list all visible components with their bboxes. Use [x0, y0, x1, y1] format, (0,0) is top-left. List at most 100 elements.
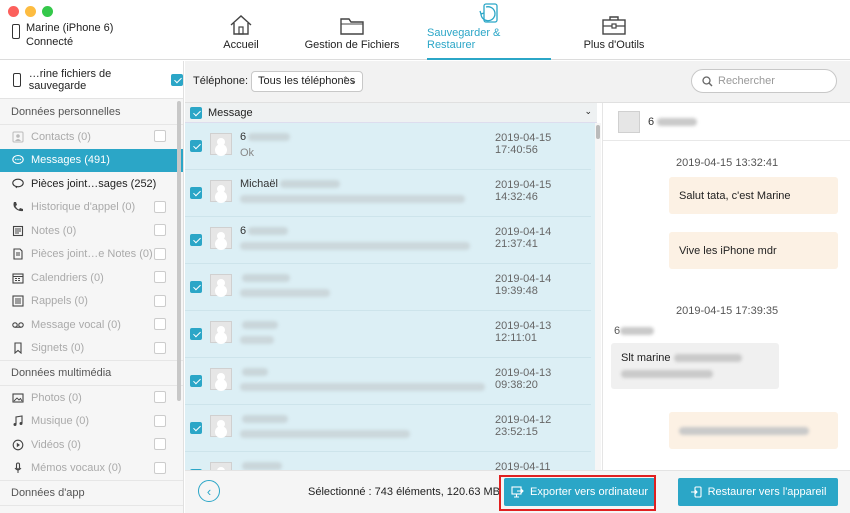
nav-more-tools[interactable]: Plus d'Outils	[551, 0, 677, 60]
music-checkbox[interactable]	[154, 414, 166, 427]
message-list: 6 Ok 2019-04-15 17:40:56 Michaël 2019-04…	[185, 123, 597, 470]
reminder-icon	[12, 295, 24, 307]
sidebar-item-notes[interactable]: Notes (0)	[0, 219, 183, 243]
contacts-checkbox[interactable]	[154, 130, 166, 142]
selection-summary: Sélectionné : 743 éléments, 120.63 MB	[308, 486, 501, 498]
row-checkbox[interactable]	[190, 328, 202, 340]
outgoing-message: Salut tata, c'est Marine	[669, 177, 838, 214]
search-field[interactable]: Rechercher	[691, 69, 837, 93]
message-row[interactable]: 2019-04-13 12:11:01	[185, 311, 591, 358]
sidebar: …rine fichiers de sauvegarde Données per…	[0, 61, 184, 513]
window-controls	[8, 6, 53, 17]
iphone-icon	[12, 24, 20, 39]
message-row[interactable]: 2019-04-13 09:38:20	[185, 358, 591, 405]
message-row[interactable]: Michaël 2019-04-15 14:32:46	[185, 170, 591, 217]
backup-select-all-checkbox[interactable]	[171, 73, 183, 86]
sidebar-item-note-attachments[interactable]: Pièces joint…e Notes (0)	[0, 243, 183, 267]
photos-checkbox[interactable]	[154, 391, 166, 403]
minimize-window-button[interactable]	[25, 6, 36, 17]
device-status: Connecté	[26, 36, 74, 48]
close-window-button[interactable]	[8, 6, 19, 17]
sidebar-item-message-attachments[interactable]: Pièces joint…sages (252)	[0, 172, 183, 196]
restore-to-device-button[interactable]: Restaurer vers l'appareil	[678, 478, 838, 506]
message-column-label: Message	[208, 106, 253, 119]
notes-icon	[12, 225, 24, 237]
bookmarks-checkbox[interactable]	[154, 341, 166, 354]
sidebar-item-calendars[interactable]: Calendriers (0)	[0, 266, 183, 290]
restore-icon	[690, 486, 702, 498]
filter-bar: Téléphone: Tous les téléphones ⌃⌄ Recher…	[185, 61, 850, 103]
message-timestamp: 2019-04-15 13:32:41	[676, 157, 779, 169]
select-all-messages-checkbox[interactable]	[190, 106, 202, 119]
section-media-data: Données multimédia	[0, 360, 183, 386]
sidebar-item-music[interactable]: Musique (0)	[0, 410, 183, 434]
toolbox-icon	[602, 16, 626, 35]
phone-filter-select[interactable]: Tous les téléphones ⌃⌄	[251, 71, 363, 92]
contact-avatar	[210, 321, 232, 343]
voicemail-checkbox[interactable]	[154, 318, 166, 330]
row-checkbox[interactable]	[190, 281, 202, 293]
contact-avatar	[210, 274, 232, 296]
device-selector[interactable]: Marine (iPhone 6) Connecté	[12, 21, 113, 49]
message-list-header: Message ⌄	[185, 103, 597, 123]
message-row[interactable]: 6 Ok 2019-04-15 17:40:56	[185, 123, 591, 170]
sidebar-item-messages[interactable]: Messages (491)	[0, 148, 183, 172]
sidebar-item-photos[interactable]: Photos (0)	[0, 386, 183, 410]
backup-file-selector[interactable]: …rine fichiers de sauvegarde	[0, 61, 183, 99]
top-bar: Marine (iPhone 6) Connecté Accueil Gesti…	[0, 0, 850, 60]
zoom-window-button[interactable]	[42, 6, 53, 17]
message-row[interactable]: 2019-04-12 23:52:15	[185, 405, 591, 452]
nav-backup-restore[interactable]: Sauvegarder & Restaurer	[427, 0, 551, 60]
search-icon	[702, 75, 713, 86]
sidebar-item-voicemail[interactable]: Message vocal (0)	[0, 313, 183, 337]
chevron-updown-icon: ⌃⌄	[341, 75, 357, 85]
contacts-icon	[12, 131, 24, 143]
home-icon	[230, 15, 252, 35]
row-checkbox[interactable]	[190, 140, 202, 152]
sidebar-item-voice-memos[interactable]: Mémos vocaux (0)	[0, 457, 183, 481]
section-personal-data: Données personnelles	[0, 99, 183, 125]
conversation-contact: 6	[648, 116, 655, 128]
sidebar-item-call-history[interactable]: Historique d'appel (0)	[0, 196, 183, 220]
search-input[interactable]: Rechercher	[718, 75, 775, 87]
voicemail-icon	[12, 319, 24, 331]
sidebar-scrollbar[interactable]	[177, 101, 181, 401]
main-nav: Accueil Gestion de Fichiers Sauvegarder …	[205, 0, 677, 60]
backup-file-label: …rine fichiers de sauvegarde	[28, 67, 112, 92]
outgoing-message	[669, 412, 838, 449]
voice-memos-checkbox[interactable]	[154, 461, 166, 474]
reminders-checkbox[interactable]	[154, 294, 166, 307]
contact-avatar	[210, 368, 232, 390]
nav-file-manager[interactable]: Gestion de Fichiers	[277, 0, 427, 60]
chevron-down-icon[interactable]: ⌄	[584, 106, 592, 117]
row-checkbox[interactable]	[190, 375, 202, 387]
contact-avatar	[210, 462, 232, 470]
row-checkbox[interactable]	[190, 234, 202, 246]
sidebar-item-bookmarks[interactable]: Signets (0)	[0, 337, 183, 361]
chevron-left-icon: ‹	[206, 483, 212, 499]
outgoing-message: Vive les iPhone mdr	[669, 232, 838, 269]
row-checkbox[interactable]	[190, 422, 202, 434]
sidebar-item-videos[interactable]: Vidéos (0)	[0, 433, 183, 457]
incoming-sender: 6	[614, 325, 655, 337]
message-timestamp: 2019-04-15 17:39:35	[676, 305, 779, 317]
sidebar-item-reminders[interactable]: Rappels (0)	[0, 290, 183, 314]
message-icon	[12, 154, 24, 166]
calendars-checkbox[interactable]	[154, 271, 166, 283]
videos-checkbox[interactable]	[154, 438, 166, 450]
note-attachments-checkbox[interactable]	[154, 247, 166, 260]
back-button[interactable]: ‹	[198, 480, 220, 502]
message-row[interactable]: 2019-04-14 19:39:48	[185, 264, 591, 311]
call-history-checkbox[interactable]	[154, 200, 166, 213]
message-list-scrollbar[interactable]	[595, 123, 601, 470]
export-highlight-box	[499, 475, 656, 511]
contact-avatar	[210, 415, 232, 437]
message-row[interactable]: 2019-04-11 18:45:58	[185, 452, 591, 470]
attachment-icon	[12, 178, 24, 190]
message-row[interactable]: 6 2019-04-14 21:37:41	[185, 217, 591, 264]
row-checkbox[interactable]	[190, 187, 202, 199]
nav-home[interactable]: Accueil	[205, 0, 277, 60]
bookmark-icon	[12, 342, 24, 355]
sidebar-item-contacts[interactable]: Contacts (0)	[0, 125, 183, 149]
notes-checkbox[interactable]	[154, 224, 166, 236]
